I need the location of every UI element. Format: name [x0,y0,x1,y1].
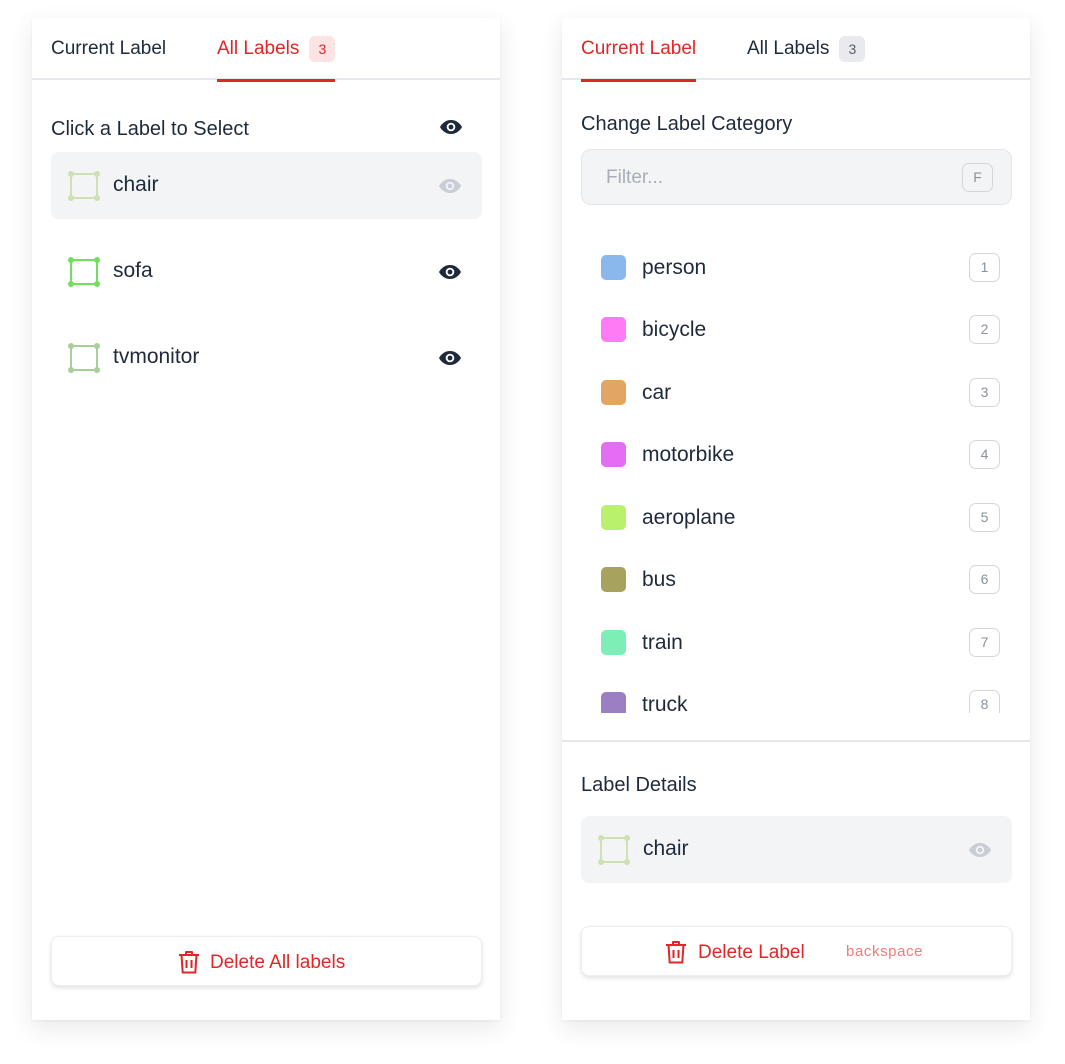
visibility-eye-icon[interactable] [968,842,992,858]
category-item-truck[interactable]: truck 8 [581,676,1012,713]
label-row-chair[interactable]: chair [51,152,482,219]
tab-current-label[interactable]: Current Label [51,18,166,80]
shortcut-key: 6 [969,565,1000,594]
tab-bar: Current Label All Labels 3 [32,18,500,82]
category-name: aeroplane [642,506,736,529]
shortcut-key: 3 [969,378,1000,407]
bounding-box-icon [68,343,100,373]
label-name: tvmonitor [113,345,200,368]
visibility-eye-icon[interactable] [438,350,462,366]
delete-label: Delete Label [698,942,805,963]
category-name: car [642,381,672,404]
category-item-car[interactable]: car 3 [581,364,1012,420]
bounding-box-icon [598,835,630,865]
color-swatch [601,380,626,405]
visibility-eye-icon[interactable] [438,178,462,194]
keyboard-hint: backspace [846,943,924,960]
current-label-panel: Current Label All Labels 3 Change Label … [562,18,1030,1020]
tab-label: All Labels [747,38,830,59]
label-details-title: Label Details [581,774,697,796]
tab-label: Current Label [581,38,697,59]
category-item-aeroplane[interactable]: aeroplane 5 [581,489,1012,545]
label-name: chair [643,837,689,860]
delete-all-label: Delete All labels [210,952,346,973]
category-item-train[interactable]: train 7 [581,614,1012,670]
color-swatch [601,630,626,655]
filter-shortcut-key: F [962,163,993,192]
trash-icon [666,941,686,964]
category-name: bus [642,568,676,591]
shortcut-key: 8 [969,690,1000,713]
color-swatch [601,567,626,592]
tab-all-labels[interactable]: All Labels 3 [747,18,866,80]
label-name: chair [113,173,159,196]
shortcut-key: 4 [969,440,1000,469]
category-name: truck [642,693,688,713]
all-labels-panel: Current Label All Labels 3 Click a Label… [32,18,500,1020]
toggle-all-visibility-eye-icon[interactable] [439,119,463,135]
category-name: train [642,631,683,654]
color-swatch [601,505,626,530]
section-title: Click a Label to Select [51,118,249,140]
bounding-box-icon [68,257,100,287]
divider [562,740,1030,742]
shortcut-key: 7 [969,628,1000,657]
label-name: sofa [113,259,153,282]
color-swatch [601,692,626,713]
category-item-person[interactable]: person 1 [581,239,1012,295]
category-item-bicycle[interactable]: bicycle 2 [581,301,1012,357]
delete-label-button[interactable]: Delete Label backspace [581,926,1012,976]
label-count-badge: 3 [309,36,336,62]
shortcut-key: 2 [969,315,1000,344]
color-swatch [601,442,626,467]
tab-label: Current Label [51,38,167,59]
category-name: motorbike [642,443,735,466]
visibility-eye-icon[interactable] [438,264,462,280]
selected-label-row[interactable]: chair [581,816,1012,883]
category-name: bicycle [642,318,707,341]
filter-box: F [581,149,1012,205]
delete-all-labels-button[interactable]: Delete All labels [51,936,482,986]
bounding-box-icon [68,171,100,201]
trash-icon [179,951,199,974]
shortcut-key: 5 [969,503,1000,532]
category-item-motorbike[interactable]: motorbike 4 [581,426,1012,482]
label-row-sofa[interactable]: sofa [51,238,482,305]
tab-all-labels[interactable]: All Labels 3 [217,18,336,82]
color-swatch [601,255,626,280]
tab-bar: Current Label All Labels 3 [562,18,1030,82]
color-swatch [601,317,626,342]
label-row-tvmonitor[interactable]: tvmonitor [51,324,482,391]
category-name: person [642,256,707,279]
section-title: Change Label Category [581,113,793,135]
tab-label: All Labels [217,38,300,59]
tab-current-label[interactable]: Current Label [581,18,697,82]
shortcut-key: 1 [969,253,1000,282]
category-list[interactable]: person 1 bicycle 2 car 3 motorbike 4 aer… [562,233,1030,713]
category-item-bus[interactable]: bus 6 [581,551,1012,607]
filter-input[interactable] [606,164,946,192]
label-count-badge: 3 [839,36,866,62]
